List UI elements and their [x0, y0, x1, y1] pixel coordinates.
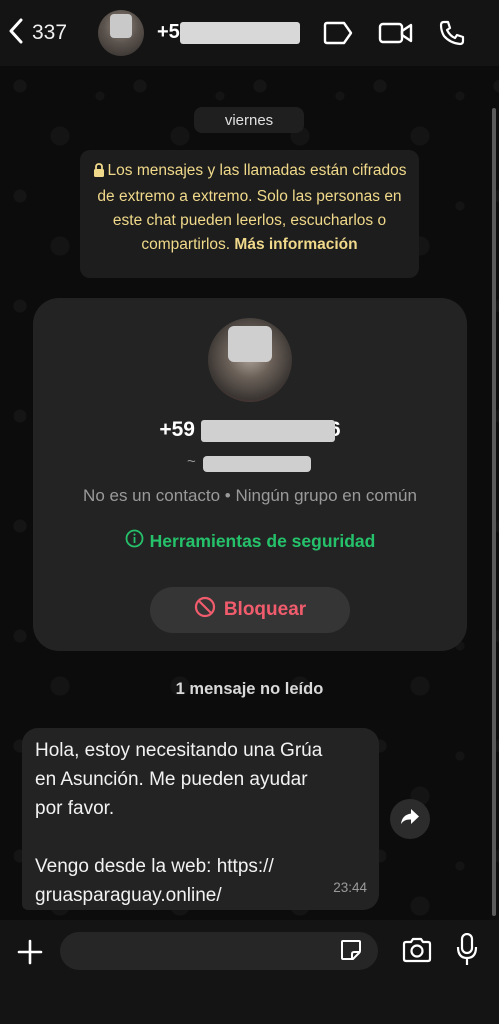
message-input[interactable]: [60, 932, 378, 970]
sticker-button[interactable]: [338, 939, 364, 965]
message-link[interactable]: gruasparaguay.online/: [35, 881, 366, 910]
message-line: Hola, estoy necesitando una Grúa: [35, 740, 323, 761]
incoming-message[interactable]: Hola, estoy necesitando una Grúa en Asun…: [22, 728, 379, 910]
unread-chats-count: 337: [32, 21, 68, 44]
contact-avatar[interactable]: [98, 10, 144, 56]
block-button[interactable]: Bloquear: [150, 587, 350, 633]
block-label: Bloquear: [223, 599, 307, 620]
unread-separator: 1 mensaje no leído: [175, 680, 324, 698]
composer-bar: [0, 920, 499, 1024]
message-timestamp: 23:44: [333, 880, 367, 895]
day-separator: viernes: [194, 107, 304, 133]
info-circle-icon: [125, 529, 144, 553]
contact-avatar-large[interactable]: [208, 318, 292, 402]
plus-icon: [17, 939, 43, 970]
sticker-icon: [339, 938, 363, 967]
label-tag-icon[interactable]: [322, 18, 354, 48]
camera-icon: [401, 937, 433, 968]
phone-icon[interactable]: [436, 18, 468, 48]
message-line: en Asunción. Me pueden ayudar: [35, 769, 308, 790]
redacted-name-mask: [203, 456, 311, 472]
chat-header: 337 +59: [0, 0, 499, 66]
security-tools-link[interactable]: Herramientas de seguridad: [33, 529, 467, 553]
redacted-number-mask: [180, 22, 300, 44]
forward-button[interactable]: [390, 799, 430, 839]
back-button[interactable]: 337: [8, 18, 78, 48]
lock-icon: [93, 161, 105, 185]
microphone-button[interactable]: [454, 932, 480, 972]
microphone-icon: [456, 932, 478, 972]
redacted-number-mask: [201, 420, 335, 442]
attach-plus-button[interactable]: [14, 938, 46, 970]
contact-push-name: ~: [187, 453, 196, 470]
more-info-link[interactable]: Más información: [234, 236, 357, 253]
encryption-notice[interactable]: Los mensajes y las llamadas están cifrad…: [80, 150, 419, 278]
chevron-left-icon: [8, 18, 24, 49]
message-line: Vengo desde la web: https://: [35, 856, 274, 877]
video-call-icon[interactable]: [378, 18, 414, 48]
block-icon: [194, 596, 216, 624]
security-tools-label: Herramientas de seguridad: [149, 530, 376, 551]
message-line: por favor.: [35, 798, 115, 819]
contact-status-info: No es un contacto • Ningún grupo en comú…: [83, 486, 417, 505]
chat-scrollbar[interactable]: [492, 108, 496, 916]
forward-arrow-icon: [400, 808, 420, 831]
camera-button[interactable]: [400, 936, 434, 968]
contact-info-card: +596 ~ No es un contacto • Ningún grupo …: [33, 298, 467, 651]
